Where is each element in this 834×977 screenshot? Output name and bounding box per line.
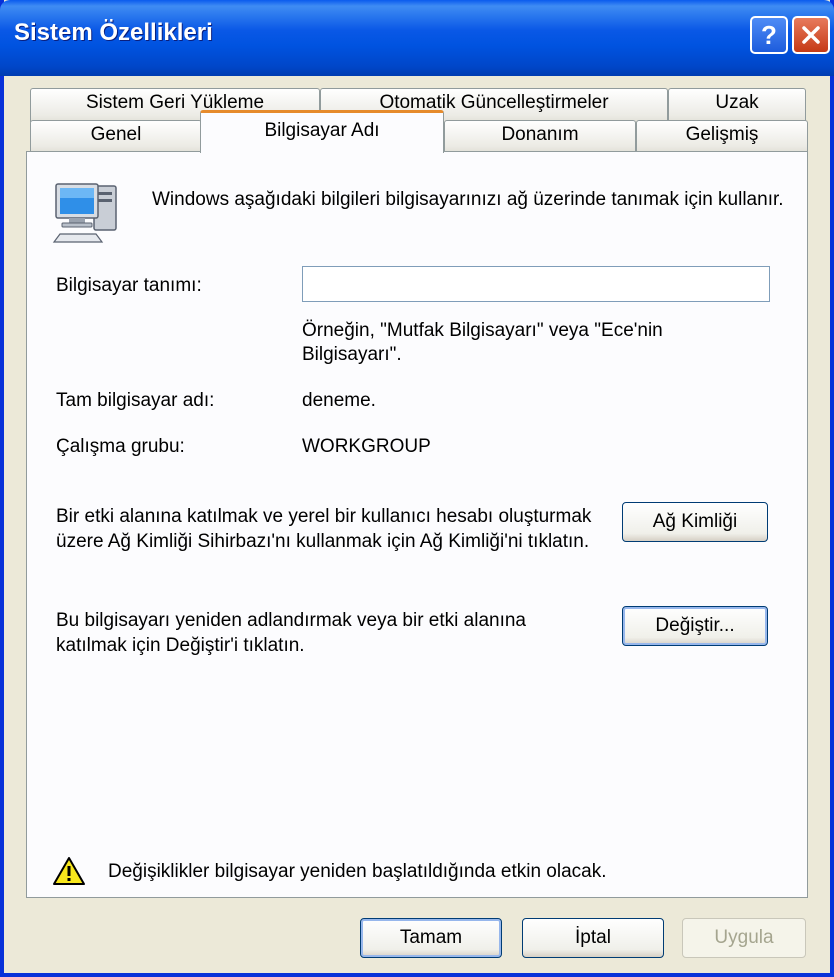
apply-button: Uygula [682,918,806,958]
rename-description: Bu bilgisayarı yeniden adlandırmak veya … [56,610,526,656]
description-example-line1: Örneğin, "Mutfak Bilgisayarı" veya "Ece'… [302,320,663,341]
title-bar[interactable]: Sistem Özellikleri ? [0,0,834,76]
change-button[interactable]: Değiştir... [622,606,768,646]
help-button[interactable]: ? [750,16,788,54]
tab-hardware[interactable]: Donanım [444,120,636,152]
close-icon [802,26,820,44]
tab-computer-name[interactable]: Bilgisayar Adı [200,110,444,153]
workgroup-value: WORKGROUP [302,436,431,457]
change-label-part: De [655,615,680,636]
close-button[interactable] [792,16,830,54]
description-example-line2: Bilgisayarı". [302,344,402,365]
tab-label: Uzak [715,92,759,113]
full-computer-name-value: deneme. [302,390,376,411]
intro-text: Windows aşağıdaki bilgileri bilgisayarın… [152,189,784,210]
cancel-button[interactable]: İptal [522,918,664,958]
network-id-description: Bir etki alanına katılmak ve yerel bir k… [56,506,592,552]
computer-description-input[interactable] [302,266,770,302]
change-label-accelerator: ğ [679,615,691,636]
ok-button[interactable]: Tamam [360,918,502,958]
full-computer-name-label: Tam bilgisayar adı: [56,390,215,411]
help-icon: ? [761,20,777,50]
window-title: Sistem Özellikleri [14,19,213,46]
tab-remote[interactable]: Uzak [668,88,806,122]
change-label-part: iştir... [690,615,735,636]
computer-description-label: Bilgisayar tanımı: [56,275,202,296]
tab-label: Genel [90,124,142,145]
tab-label: Gelişmiş [685,124,759,145]
tab-label: Bilgisayar Adı [264,120,380,141]
workgroup-label: Çalışma grubu: [56,436,185,457]
network-id-button[interactable]: Ağ Kimliği [622,502,768,542]
tab-advanced[interactable]: Gelişmiş [636,120,808,152]
tab-label: Donanım [501,124,579,145]
tab-general[interactable]: Genel [30,120,202,152]
restart-warning-text: Değişiklikler bilgisayar yeniden başlatı… [108,861,607,882]
computer-icon [52,183,117,243]
warning-icon [53,857,85,885]
